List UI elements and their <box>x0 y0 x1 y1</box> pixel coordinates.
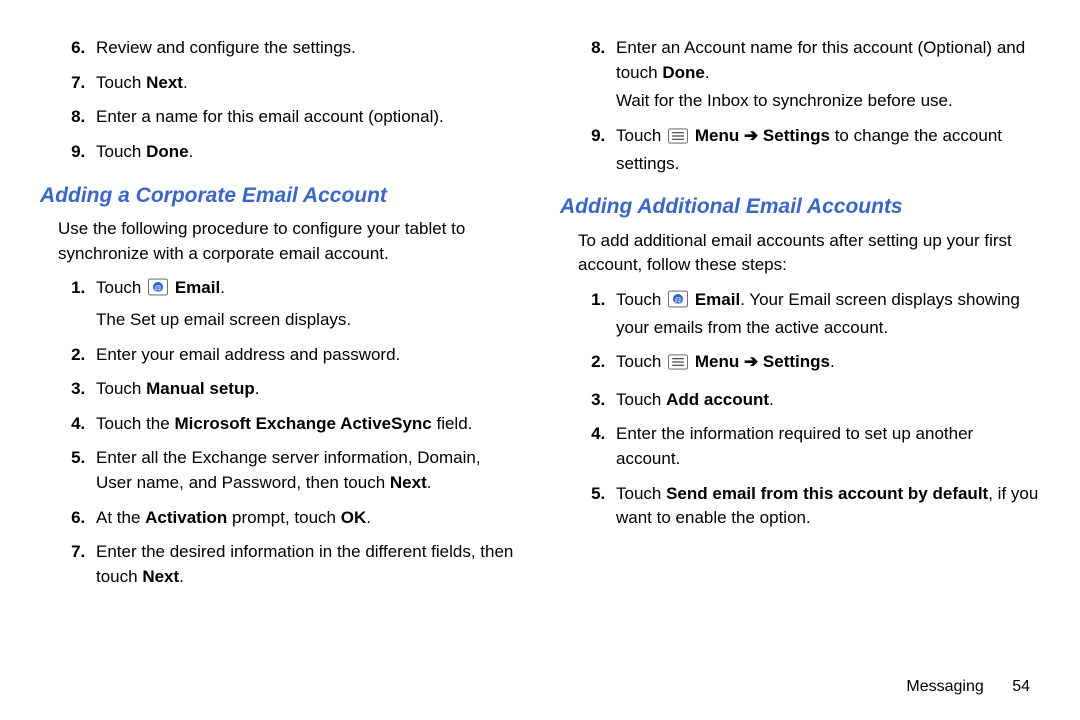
email-icon: @ <box>668 290 688 316</box>
right-column: Enter an Account name for this account (… <box>560 30 1040 600</box>
step-item: Touch the Microsoft Exchange ActiveSync … <box>90 412 520 437</box>
svg-text:@: @ <box>674 295 682 304</box>
step-item: Touch Next. <box>90 71 520 96</box>
step-item: Touch Menu ➔ Settings to change the acco… <box>610 124 1040 176</box>
step-item: Enter the information required to set up… <box>610 422 1040 471</box>
step-item: Enter the desired information in the dif… <box>90 540 520 589</box>
menu-icon <box>668 127 688 152</box>
step-item: Touch Menu ➔ Settings. <box>610 350 1040 378</box>
step-item: Touch @ Email. Your Email screen display… <box>610 288 1040 340</box>
step-item: Touch Add account. <box>610 388 1040 413</box>
footer-page-number: 54 <box>1012 678 1030 695</box>
step-item: Enter a name for this email account (opt… <box>90 105 520 130</box>
step-item: Review and configure the settings. <box>90 36 520 61</box>
menu-icon <box>668 353 688 378</box>
step-item: Touch @ Email.The Set up email screen di… <box>90 276 520 332</box>
steps-list-d: Touch @ Email. Your Email screen display… <box>560 288 1040 531</box>
steps-list-c: Enter an Account name for this account (… <box>560 36 1040 176</box>
step-item: Touch Send email from this account by de… <box>610 482 1040 531</box>
paragraph-additional-intro: To add additional email accounts after s… <box>578 229 1040 278</box>
page-footer: Messaging 54 <box>906 675 1030 698</box>
email-icon: @ <box>148 278 168 304</box>
svg-text:@: @ <box>154 284 162 293</box>
heading-additional-accounts: Adding Additional Email Accounts <box>560 192 1040 222</box>
footer-section: Messaging <box>906 678 983 695</box>
paragraph-corporate-intro: Use the following procedure to configure… <box>58 217 520 266</box>
step-item: Enter all the Exchange server informatio… <box>90 446 520 495</box>
steps-list-a: Review and configure the settings. Touch … <box>40 36 520 165</box>
step-item: Enter your email address and password. <box>90 343 520 368</box>
heading-corporate-email: Adding a Corporate Email Account <box>40 181 520 211</box>
step-item: Touch Manual setup. <box>90 377 520 402</box>
left-column: Review and configure the settings. Touch … <box>40 30 520 600</box>
step-item: Enter an Account name for this account (… <box>610 36 1040 114</box>
step-item: At the Activation prompt, touch OK. <box>90 506 520 531</box>
step-item: Touch Done. <box>90 140 520 165</box>
steps-list-b: Touch @ Email.The Set up email screen di… <box>40 276 520 589</box>
